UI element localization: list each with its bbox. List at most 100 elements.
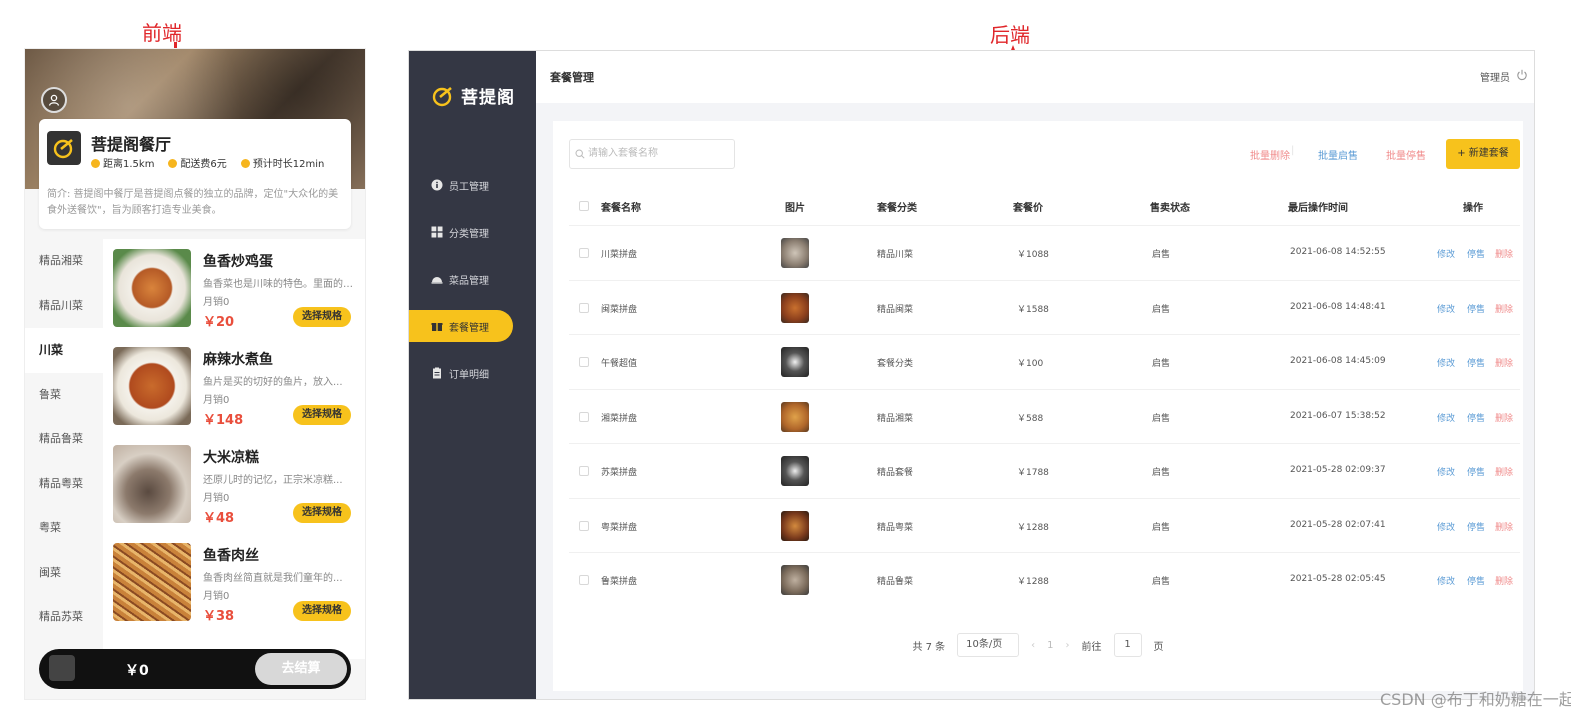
disable-button[interactable]: 停售 [1467, 247, 1485, 260]
nav-label: 菜品管理 [449, 275, 489, 287]
table-row: 川菜拼盘 精品川菜 ￥1088 启售 2021-06-08 14:52:55 修改 停售 删除 [569, 225, 1520, 279]
edit-button[interactable]: 修改 [1437, 520, 1455, 533]
delete-button[interactable]: 删除 [1495, 465, 1513, 478]
setmeal-image [781, 565, 809, 595]
edit-button[interactable]: 修改 [1437, 247, 1455, 260]
row-checkbox[interactable] [579, 248, 589, 258]
next-page-icon[interactable]: › [1066, 640, 1070, 651]
sale-status: 启售 [1152, 413, 1171, 424]
dish-name: 鱼香炒鸡蛋 [203, 254, 273, 270]
dish-image [113, 445, 191, 523]
edit-button[interactable]: 修改 [1437, 411, 1455, 424]
choose-spec-button[interactable]: 选择规格 [293, 601, 351, 621]
delete-button[interactable]: 删除 [1495, 520, 1513, 533]
batch-disable-button[interactable]: 批量停售 [1386, 147, 1426, 162]
row-checkbox[interactable] [579, 575, 589, 585]
disable-button[interactable]: 停售 [1467, 520, 1485, 533]
choose-spec-button[interactable]: 选择规格 [293, 307, 351, 327]
category-item[interactable]: 精品鲁菜 [25, 417, 103, 462]
shop-name: 菩提阁餐厅 [91, 135, 172, 154]
category-item[interactable]: 粤菜 [25, 506, 103, 551]
checkout-button[interactable]: 去结算 [255, 653, 347, 685]
search-input[interactable]: 请输入套餐名称 [569, 139, 735, 169]
dish-card[interactable]: 麻辣水煮鱼 鱼片是买的切好的鱼片，放入... 月销0 ￥148 选择规格 [113, 347, 361, 429]
goto-page-input[interactable]: 1 [1113, 633, 1142, 657]
nav-item-setmeals[interactable]: 套餐管理 [409, 310, 513, 342]
category-item[interactable]: 精品川菜 [25, 284, 103, 329]
nav-item-categories[interactable]: 分类管理 [409, 216, 513, 248]
setmeal-name: 粤菜拼盘 [601, 522, 638, 533]
prev-page-icon[interactable]: ‹ [1031, 640, 1035, 651]
row-checkbox[interactable] [579, 411, 589, 422]
dish-card[interactable]: 鱼香炒鸡蛋 鱼香菜也是川味的特色。里面的鸡蛋... 月销0 ￥20 选择规格 [113, 249, 361, 331]
disable-button[interactable]: 停售 [1467, 356, 1485, 369]
setmeal-image [781, 238, 809, 268]
edit-button[interactable]: 修改 [1437, 574, 1455, 587]
delete-button[interactable]: 删除 [1495, 356, 1513, 369]
select-all-checkbox[interactable] [579, 201, 589, 211]
user-avatar-icon[interactable] [41, 87, 67, 113]
category-item[interactable]: 精品粤菜 [25, 462, 103, 507]
row-checkbox[interactable] [579, 466, 589, 476]
clipboard-icon [433, 367, 441, 379]
new-setmeal-button[interactable]: + 新建套餐 [1446, 139, 1520, 169]
batch-delete-button[interactable]: 批量删除 [1250, 147, 1290, 162]
dish-list: 鱼香炒鸡蛋 鱼香菜也是川味的特色。里面的鸡蛋... 月销0 ￥20 选择规格 麻… [103, 239, 365, 659]
table-row: 午餐超值 套餐分类 ￥100 启售 2021-06-08 14:45:09 修改 停售 删除 [569, 334, 1520, 388]
nav-item-employees[interactable]: 员工管理 [409, 169, 513, 201]
disable-button[interactable]: 停售 [1467, 574, 1485, 587]
page-number[interactable]: 1 [1047, 640, 1053, 651]
setmeal-category: 精品粤菜 [877, 522, 914, 533]
setmeal-price: ￥1288 [1017, 577, 1049, 587]
setmeal-name: 川菜拼盘 [601, 250, 638, 260]
row-checkbox[interactable] [579, 357, 589, 367]
shop-meta: 距离1.5km 配送费6元 预计时长12min [91, 155, 324, 170]
user-name[interactable]: 管理员 [1480, 69, 1510, 84]
category-item[interactable]: 精品苏菜 [25, 595, 103, 640]
category-item[interactable]: 鲁菜 [25, 373, 103, 418]
column-header: 套餐分类 [877, 203, 917, 214]
disable-button[interactable]: 停售 [1467, 411, 1485, 424]
dish-card[interactable]: 鱼香肉丝 鱼香肉丝简直就是我们童年的... 月销0 ￥38 选择规格 [113, 543, 361, 625]
setmeal-category: 精品闽菜 [877, 304, 914, 315]
choose-spec-button[interactable]: 选择规格 [293, 503, 351, 523]
dish-desc: 鱼片是买的切好的鱼片，放入... [203, 377, 343, 388]
nav-item-dishes[interactable]: 菜品管理 [409, 263, 513, 295]
nav-item-orders[interactable]: 订单明细 [409, 357, 513, 389]
delete-button[interactable]: 删除 [1495, 302, 1513, 315]
setmeal-name: 午餐超值 [601, 359, 638, 369]
screen: 前端 后端 菩提阁餐厅 距离1.5km 配送费6元 预计时长12min 简介: … [0, 0, 1571, 718]
edit-button[interactable]: 修改 [1437, 465, 1455, 478]
setmeal-price: ￥588 [1017, 413, 1044, 424]
gift-icon [431, 323, 443, 331]
sale-status: 启售 [1152, 304, 1171, 315]
admin-sidebar: 菩提阁 员工管理 分类管理 菜品管理 套餐管理 订单明细 [409, 51, 536, 699]
row-checkbox[interactable] [579, 302, 589, 313]
page-size-select[interactable]: 10条/页 [957, 633, 1020, 657]
row-checkbox[interactable] [579, 520, 589, 531]
setmeal-price: ￥1088 [1017, 250, 1049, 260]
last-modified-time: 2021-06-07 15:38:52 [1290, 410, 1386, 421]
edit-button[interactable]: 修改 [1437, 356, 1455, 369]
category-item[interactable]: 闽菜 [25, 551, 103, 596]
category-item[interactable]: 精品湘菜 [25, 239, 103, 284]
delete-button[interactable]: 删除 [1495, 247, 1513, 260]
delete-button[interactable]: 删除 [1495, 574, 1513, 587]
cart-icon[interactable] [49, 655, 75, 681]
choose-spec-button[interactable]: 选择规格 [293, 405, 351, 425]
column-header: 操作 [1463, 203, 1483, 214]
dish-image [113, 543, 191, 621]
dish-sales: 月销0 [203, 493, 230, 504]
edit-button[interactable]: 修改 [1437, 302, 1455, 315]
last-modified-time: 2021-06-08 14:52:55 [1290, 247, 1386, 257]
disable-button[interactable]: 停售 [1467, 465, 1485, 478]
cart-bar: ￥0 去结算 [39, 649, 351, 689]
disable-button[interactable]: 停售 [1467, 302, 1485, 315]
category-item-active[interactable]: 川菜 [25, 328, 103, 373]
power-icon[interactable] [1516, 69, 1528, 81]
dish-price: ￥20 [203, 315, 235, 330]
batch-enable-button[interactable]: 批量启售 [1318, 147, 1358, 162]
setmeal-name: 苏菜拼盘 [601, 468, 638, 478]
delete-button[interactable]: 删除 [1495, 411, 1513, 424]
dish-card[interactable]: 大米凉糕 还原儿时的记忆，正宗米凉糕... 月销0 ￥48 选择规格 [113, 445, 361, 527]
